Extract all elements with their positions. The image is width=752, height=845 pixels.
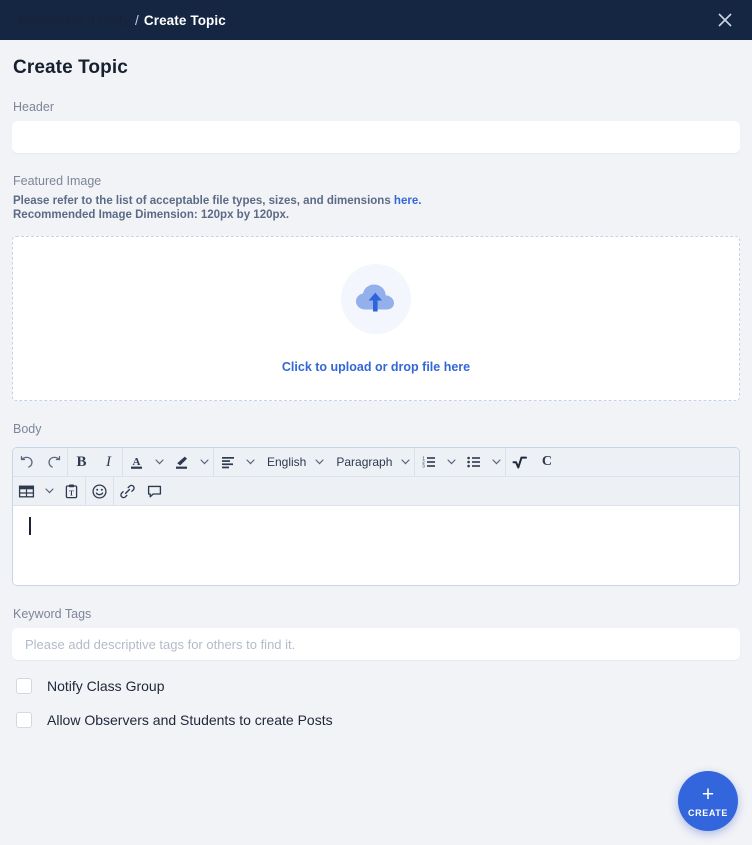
undo-button[interactable] (13, 448, 40, 477)
insert-link-button[interactable] (114, 477, 141, 506)
editor-toolbar-row-2: T (13, 476, 739, 507)
modal-titlebar: Secondary 3 Unity / Create Topic (0, 0, 752, 40)
chevron-down-icon (44, 488, 54, 494)
align-button[interactable] (214, 448, 241, 477)
page-title: Create Topic (13, 57, 128, 78)
svg-text:T: T (69, 489, 74, 497)
notify-class-group-label: Notify Class Group (47, 678, 165, 695)
editor-toolbar-row-1: B I A English Paragraph 1 2 3 C (13, 448, 739, 478)
allow-observers-students-checkbox[interactable] (16, 712, 32, 729)
keyword-tags-label: Keyword Tags (13, 607, 92, 622)
rich-text-editor: B I A English Paragraph 1 2 3 C T (12, 447, 740, 587)
chevron-down-icon (447, 459, 456, 465)
color-group: A (123, 448, 213, 476)
featured-image-label: Featured Image (13, 174, 102, 188)
bold-button[interactable]: B (68, 448, 95, 477)
insert-group: C (506, 448, 560, 476)
breadcrumb-current: Create Topic (143, 12, 226, 28)
text-style-group: B I (68, 448, 122, 476)
highlight-color-button[interactable] (168, 448, 195, 477)
link-icon (120, 484, 135, 498)
chevron-down-icon (154, 459, 164, 465)
emoji-smiley-icon (92, 484, 107, 499)
emoji-button[interactable] (86, 477, 113, 506)
acceptable-types-link[interactable]: here. (394, 195, 422, 207)
body-editor-content[interactable] (13, 506, 739, 586)
font-color-chevron[interactable] (150, 448, 168, 477)
undo-icon (20, 456, 33, 468)
header-field-label: Header (13, 100, 54, 114)
notify-class-group-checkbox[interactable] (16, 678, 32, 695)
breadcrumb-parent[interactable]: Secondary 3 Unity (18, 13, 130, 28)
cloud-upload-icon (356, 284, 394, 312)
comment-bubble-icon (147, 485, 162, 498)
chemistry-button[interactable]: C (533, 448, 560, 477)
redo-button[interactable] (40, 448, 67, 477)
paste-as-text-button[interactable]: T (58, 477, 85, 506)
cloud-upload-badge (341, 263, 411, 334)
chevron-down-icon (245, 459, 255, 465)
chevron-down-icon (401, 459, 410, 465)
paragraph-style-dropdown[interactable]: Paragraph (328, 455, 396, 469)
bullet-list-icon (467, 456, 480, 468)
chevron-down-icon (199, 459, 209, 465)
chevron-down-icon (492, 459, 501, 465)
create-fab-button[interactable]: + CREATE (678, 771, 738, 831)
dropzone-text: Click to upload or drop file here (281, 359, 471, 374)
featured-image-note-line2: Recommended Image Dimension: 120px by 12… (13, 208, 290, 221)
align-chevron[interactable] (241, 448, 259, 477)
text-caret (29, 517, 31, 536)
chevron-down-icon (315, 459, 324, 465)
allow-observers-students-row[interactable]: Allow Observers and Students to create P… (16, 712, 740, 729)
square-root-icon (512, 456, 528, 469)
ordered-list-chevron[interactable] (442, 448, 460, 477)
notify-class-group-row[interactable]: Notify Class Group (16, 678, 740, 695)
link-comment-group (114, 477, 168, 505)
paragraph-style-chevron[interactable] (396, 448, 414, 477)
close-button[interactable] (712, 7, 738, 33)
math-equation-button[interactable] (506, 448, 533, 477)
create-fab-label: CREATE (688, 807, 728, 818)
table-group: T (13, 477, 85, 505)
bullet-list-button[interactable] (460, 448, 487, 477)
breadcrumb-separator: / (135, 12, 139, 28)
featured-image-note: Please refer to the list of acceptable f… (13, 195, 740, 222)
paragraph-group: English Paragraph (214, 448, 414, 476)
featured-image-note-line1: Please refer to the list of acceptable f… (13, 195, 394, 207)
comment-button[interactable] (141, 477, 168, 506)
table-icon (18, 485, 35, 498)
insert-table-chevron[interactable] (40, 477, 58, 506)
keyword-tags-input[interactable] (12, 628, 740, 661)
ordered-list-icon: 123 (422, 455, 435, 468)
breadcrumb: Secondary 3 Unity / Create Topic (18, 13, 226, 28)
header-input[interactable] (12, 121, 740, 153)
align-left-icon (221, 457, 234, 469)
redo-icon (47, 456, 60, 468)
list-group: 123 (415, 448, 505, 476)
highlighter-icon (176, 456, 187, 469)
font-color-button[interactable]: A (123, 448, 150, 477)
plus-icon: + (701, 782, 715, 806)
language-chevron[interactable] (310, 448, 328, 477)
language-dropdown[interactable]: English (259, 455, 310, 469)
font-color-icon: A (131, 456, 142, 469)
clipboard-text-icon: T (65, 484, 78, 498)
create-topic-form: Create Topic Header Featured Image Pleas… (0, 57, 752, 729)
body-field-label: Body (13, 422, 42, 437)
italic-button[interactable]: I (95, 448, 122, 477)
svg-text:3: 3 (422, 463, 425, 468)
bullet-list-chevron[interactable] (487, 448, 505, 477)
close-icon (718, 13, 732, 27)
svg-text:A: A (133, 456, 141, 468)
ordered-list-button[interactable]: 123 (415, 448, 442, 477)
history-group (13, 448, 67, 476)
highlight-color-chevron[interactable] (195, 448, 213, 477)
featured-image-dropzone[interactable]: Click to upload or drop file here (12, 236, 740, 402)
emoji-group (86, 477, 113, 505)
allow-observers-students-label: Allow Observers and Students to create P… (47, 712, 333, 729)
insert-table-button[interactable] (13, 477, 40, 506)
